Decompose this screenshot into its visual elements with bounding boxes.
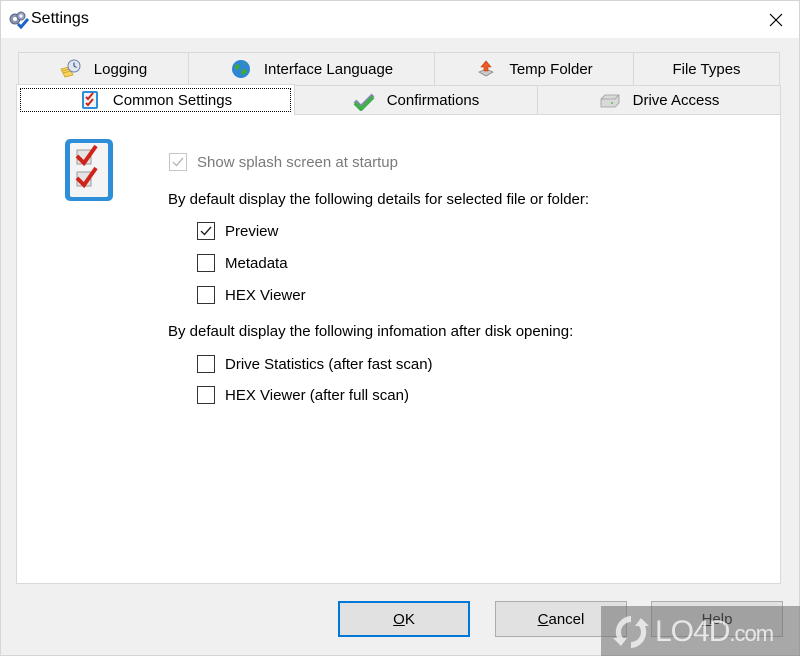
ok-button[interactable]: OK <box>338 601 470 637</box>
checkmark-icon <box>353 91 375 111</box>
button-label: ancel <box>548 610 585 628</box>
checklist-large-icon <box>64 138 114 202</box>
tab-drive-access[interactable]: Drive Access <box>537 85 781 116</box>
tab-label: Confirmations <box>386 92 480 109</box>
drive-statistics-checkbox[interactable]: Drive Statistics (after fast scan) <box>197 355 433 373</box>
mnemonic: O <box>393 610 405 628</box>
watermark-text: LO4D <box>655 614 730 648</box>
close-button[interactable] <box>753 1 799 38</box>
checkbox[interactable] <box>197 386 215 404</box>
details-heading: By default display the following details… <box>168 191 590 208</box>
tab-label: Drive Access <box>632 92 720 109</box>
checkbox-label: Metadata <box>225 254 288 272</box>
hex-viewer-checkbox[interactable]: HEX Viewer <box>197 286 306 304</box>
checkbox-label: HEX Viewer (after full scan) <box>225 386 409 404</box>
hex-viewer-full-scan-checkbox[interactable]: HEX Viewer (after full scan) <box>197 386 409 404</box>
checkbox[interactable] <box>197 222 215 240</box>
globe-icon <box>230 59 252 79</box>
focus-rectangle <box>20 88 291 112</box>
settings-dialog: Settings Logging Interface Language Temp… <box>0 0 800 656</box>
checkbox-label: Show splash screen at startup <box>197 153 398 171</box>
lo4d-logo-icon <box>613 615 649 648</box>
preview-checkbox[interactable]: Preview <box>197 222 278 240</box>
tab-label: File Types <box>672 60 741 78</box>
tab-interface-language[interactable]: Interface Language <box>188 52 435 86</box>
tab-confirmations[interactable]: Confirmations <box>294 85 538 116</box>
watermark-suffix: .com <box>729 620 774 646</box>
tab-common-settings[interactable]: Common Settings <box>16 84 295 115</box>
settings-gears-icon <box>8 10 30 30</box>
tab-logging[interactable]: Logging <box>18 52 189 86</box>
splash-screen-checkbox[interactable]: Show splash screen at startup <box>169 153 398 171</box>
window-title: Settings <box>31 10 89 27</box>
close-icon <box>769 13 783 26</box>
checkbox[interactable] <box>197 355 215 373</box>
metadata-checkbox[interactable]: Metadata <box>197 254 288 272</box>
drive-icon <box>599 91 621 111</box>
checkbox-label: Drive Statistics (after fast scan) <box>225 355 433 373</box>
temp-folder-icon <box>475 59 497 79</box>
tab-file-types[interactable]: File Types <box>633 52 780 86</box>
checkbox[interactable] <box>197 286 215 304</box>
common-settings-panel: Show splash screen at startup By default… <box>16 114 781 584</box>
checkbox-label: HEX Viewer <box>225 286 306 304</box>
tab-temp-folder[interactable]: Temp Folder <box>434 52 634 86</box>
logging-clock-icon <box>60 59 82 79</box>
mnemonic: C <box>537 610 549 628</box>
checkbox[interactable] <box>197 254 215 272</box>
lo4d-watermark: LO4D.com <box>601 606 800 656</box>
button-label: K <box>404 610 415 628</box>
title-bar: Settings <box>1 1 799 38</box>
tab-label: Interface Language <box>263 60 394 78</box>
checkbox-label: Preview <box>225 222 279 240</box>
disk-heading: By default display the following infomat… <box>168 323 574 340</box>
tab-label: Logging <box>93 60 148 78</box>
tab-label: Temp Folder <box>509 60 593 78</box>
checkbox[interactable] <box>169 153 187 171</box>
